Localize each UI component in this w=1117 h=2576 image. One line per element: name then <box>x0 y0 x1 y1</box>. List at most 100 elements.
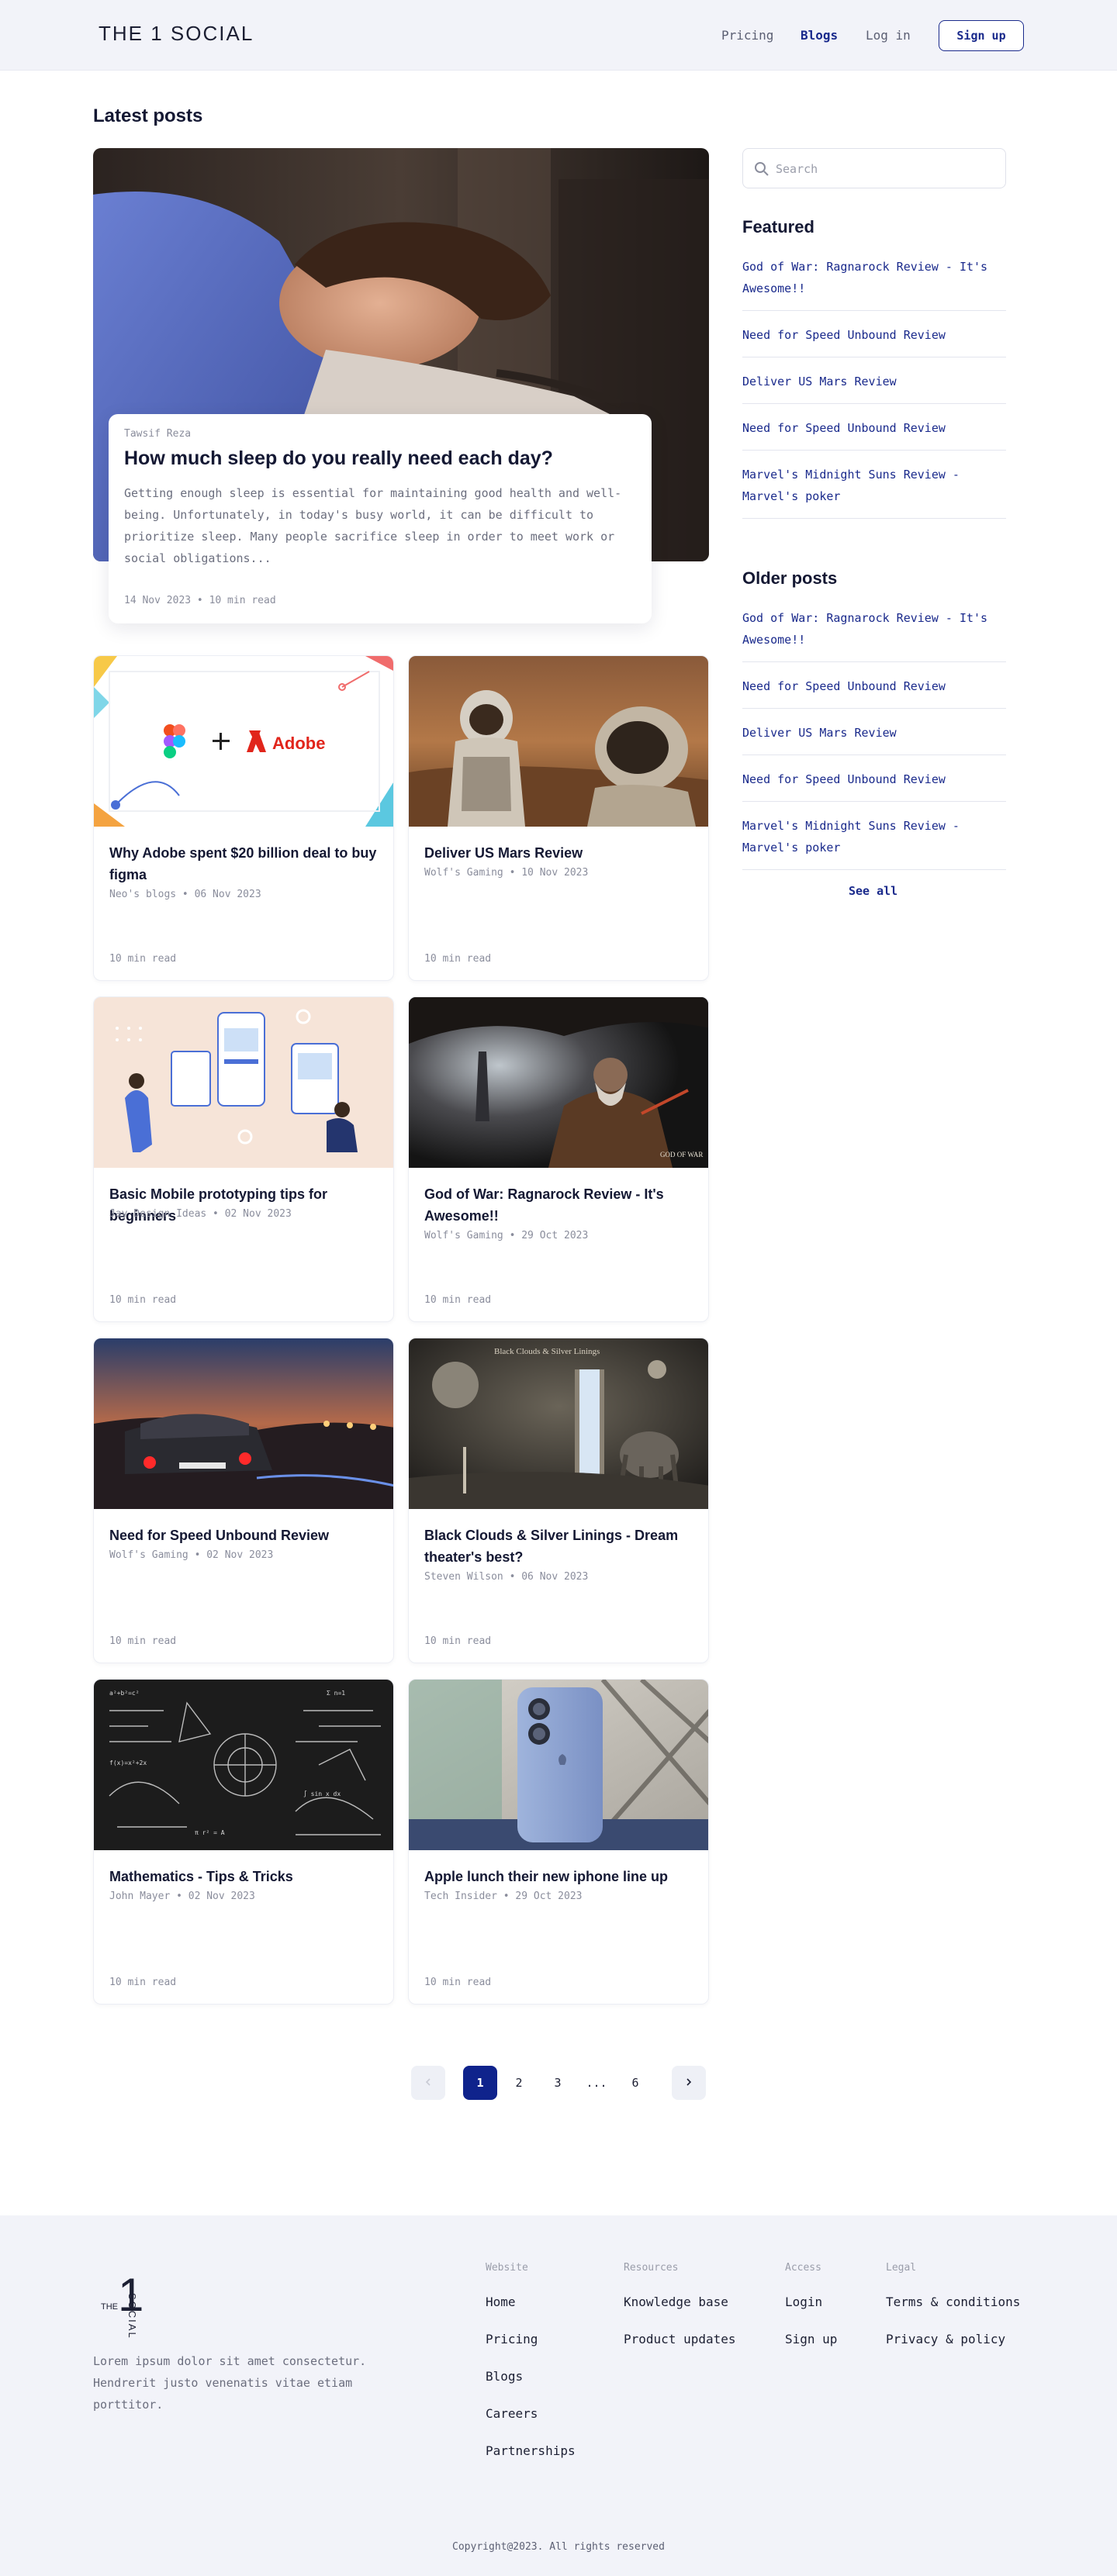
svg-text:f(x)=x²+2x: f(x)=x²+2x <box>109 1759 147 1766</box>
copyright: Copyright@2023. All rights reserved <box>452 2541 665 2553</box>
site-logo[interactable]: THE 1 SOCIAL <box>99 22 254 46</box>
hero-excerpt: Getting enough sleep is essential for ma… <box>124 486 622 565</box>
god-of-war-watermark: GOD OF WAR <box>660 1151 703 1159</box>
hero-title[interactable]: How much sleep do you really need each d… <box>124 447 636 470</box>
divider <box>742 450 1006 451</box>
post-title[interactable]: Why Adobe spent $20 billion deal to buy … <box>109 842 381 886</box>
divider <box>742 869 1006 870</box>
older-post-link[interactable]: Marvel's Midnight Suns Review - Marvel's… <box>742 815 1006 858</box>
footer-description: Lorem ipsum dolor sit amet consectetur. … <box>93 2354 367 2412</box>
footer-heading-legal: Legal <box>886 2262 917 2274</box>
post-thumbnail <box>94 997 393 1168</box>
search-input[interactable] <box>776 158 993 180</box>
svg-text:a²+b²=c²: a²+b²=c² <box>109 1690 140 1697</box>
post-meta: Jay Design Ideas • 02 Nov 2023 <box>109 1208 292 1220</box>
post-read-time: 10 min read <box>424 953 492 965</box>
page-button-3[interactable]: 3 <box>541 2066 575 2100</box>
post-thumbnail <box>409 1680 708 1850</box>
featured-heading: Featured <box>742 217 814 237</box>
page-button-1[interactable]: 1 <box>463 2066 497 2100</box>
post-thumbnail: Adobe <box>94 656 393 827</box>
section-title: Latest posts <box>93 105 203 126</box>
post-title[interactable]: Mathematics - Tips & Tricks <box>109 1866 381 1887</box>
footer-link-product-updates[interactable]: Product updates <box>624 2332 736 2346</box>
older-post-link[interactable]: God of War: Ragnarock Review - It's Awes… <box>742 607 1006 651</box>
footer-link-knowledge-base[interactable]: Knowledge base <box>624 2295 728 2309</box>
next-page-button[interactable] <box>672 2066 706 2100</box>
search-box[interactable] <box>742 148 1006 188</box>
post-thumbnail <box>94 1338 393 1509</box>
footer-heading-access: Access <box>785 2262 821 2274</box>
post-title[interactable]: Black Clouds & Silver Linings - Dream th… <box>424 1525 696 1568</box>
footer-link-login[interactable]: Login <box>785 2295 822 2309</box>
nav-blogs[interactable]: Blogs <box>801 28 838 43</box>
page-button-2[interactable]: 2 <box>502 2066 536 2100</box>
post-card[interactable]: Basic Mobile prototyping tips for beginn… <box>93 996 394 1322</box>
svg-text:Σ n=1: Σ n=1 <box>327 1690 345 1697</box>
divider <box>742 403 1006 404</box>
post-title[interactable]: Apple lunch their new iphone line up <box>424 1866 696 1887</box>
post-thumbnail: GOD OF WAR <box>409 997 708 1168</box>
dream-theater-caption: Black Clouds & Silver Linings <box>494 1347 600 1356</box>
older-post-link[interactable]: Need for Speed Unbound Review <box>742 768 1006 790</box>
post-meta: Wolf's Gaming • 29 Oct 2023 <box>424 1230 589 1241</box>
post-read-time: 10 min read <box>424 1977 492 1988</box>
post-card[interactable]: GOD OF WAR God of War: Ragnarock Review … <box>408 996 709 1322</box>
see-all-link[interactable]: See all <box>849 884 897 898</box>
chevron-left-icon <box>424 2076 433 2090</box>
post-card[interactable]: Apple lunch their new iphone line up Tec… <box>408 1679 709 2005</box>
prev-page-button[interactable] <box>411 2066 445 2100</box>
post-title[interactable]: Need for Speed Unbound Review <box>109 1525 381 1546</box>
post-thumbnail <box>409 656 708 827</box>
hero-meta: 14 Nov 2023 • 10 min read <box>124 595 276 606</box>
footer-heading-resources: Resources <box>624 2262 679 2274</box>
divider <box>742 518 1006 519</box>
post-title[interactable]: Deliver US Mars Review <box>424 842 696 864</box>
post-read-time: 10 min read <box>424 1635 492 1647</box>
older-posts-heading: Older posts <box>742 568 838 588</box>
chevron-right-icon <box>684 2076 693 2090</box>
post-title[interactable]: God of War: Ragnarock Review - It's Awes… <box>424 1183 696 1227</box>
svg-text:Adobe: Adobe <box>272 734 325 753</box>
footer-link-privacy[interactable]: Privacy & policy <box>886 2332 1005 2346</box>
featured-link[interactable]: Need for Speed Unbound Review <box>742 324 1006 346</box>
post-card[interactable]: f(x)=x²+2x ∫ sin x dx π r² = A Σ n=1 a²+… <box>93 1679 394 2005</box>
footer-link-partnerships[interactable]: Partnerships <box>486 2443 576 2458</box>
divider <box>742 708 1006 709</box>
hero-author: Tawsif Reza <box>124 428 192 440</box>
post-read-time: 10 min read <box>424 1294 492 1306</box>
post-card[interactable]: Black Clouds & Silver Linings Black Clou… <box>408 1338 709 1663</box>
post-meta: Steven Wilson • 06 Nov 2023 <box>424 1571 589 1583</box>
site-footer: THE 1 SOCIAL Lorem ipsum dolor sit amet … <box>0 2215 1117 2576</box>
nav-login[interactable]: Log in <box>866 28 911 43</box>
footer-link-careers[interactable]: Careers <box>486 2406 538 2421</box>
post-read-time: 10 min read <box>109 953 177 965</box>
footer-link-home[interactable]: Home <box>486 2295 516 2309</box>
post-title[interactable]: Basic Mobile prototyping tips for beginn… <box>109 1183 381 1227</box>
footer-link-blogs[interactable]: Blogs <box>486 2369 523 2384</box>
footer-link-terms[interactable]: Terms & conditions <box>886 2295 1020 2309</box>
footer-link-signup[interactable]: Sign up <box>785 2332 837 2346</box>
older-post-link[interactable]: Need for Speed Unbound Review <box>742 675 1006 697</box>
footer-link-pricing[interactable]: Pricing <box>486 2332 538 2346</box>
post-card[interactable]: Adobe Why Adobe spent $20 billion deal t… <box>93 655 394 981</box>
featured-link[interactable]: Marvel's Midnight Suns Review - Marvel's… <box>742 464 1006 507</box>
footer-logo[interactable]: THE 1 SOCIAL <box>101 2269 155 2339</box>
page-button-6[interactable]: 6 <box>618 2066 652 2100</box>
post-card[interactable]: Deliver US Mars Review Wolf's Gaming • 1… <box>408 655 709 981</box>
signup-button[interactable]: Sign up <box>939 20 1024 51</box>
svg-text:∫ sin x dx: ∫ sin x dx <box>303 1790 341 1797</box>
older-post-link[interactable]: Deliver US Mars Review <box>742 722 1006 744</box>
post-thumbnail: Black Clouds & Silver Linings <box>409 1338 708 1509</box>
post-card[interactable]: Need for Speed Unbound Review Wolf's Gam… <box>93 1338 394 1663</box>
featured-link[interactable]: Deliver US Mars Review <box>742 371 1006 392</box>
post-meta: Wolf's Gaming • 10 Nov 2023 <box>424 867 589 879</box>
footer-heading-website: Website <box>486 2262 528 2274</box>
hero-post-card[interactable]: Tawsif Reza How much sleep do you really… <box>109 414 652 623</box>
site-header: THE 1 SOCIAL Pricing Blogs Log in Sign u… <box>0 0 1117 71</box>
page-ellipsis: ... <box>586 2076 607 2090</box>
featured-link[interactable]: God of War: Ragnarock Review - It's Awes… <box>742 256 1006 299</box>
nav-pricing[interactable]: Pricing <box>721 28 773 43</box>
featured-link[interactable]: Need for Speed Unbound Review <box>742 417 1006 439</box>
post-meta: Wolf's Gaming • 02 Nov 2023 <box>109 1549 274 1561</box>
